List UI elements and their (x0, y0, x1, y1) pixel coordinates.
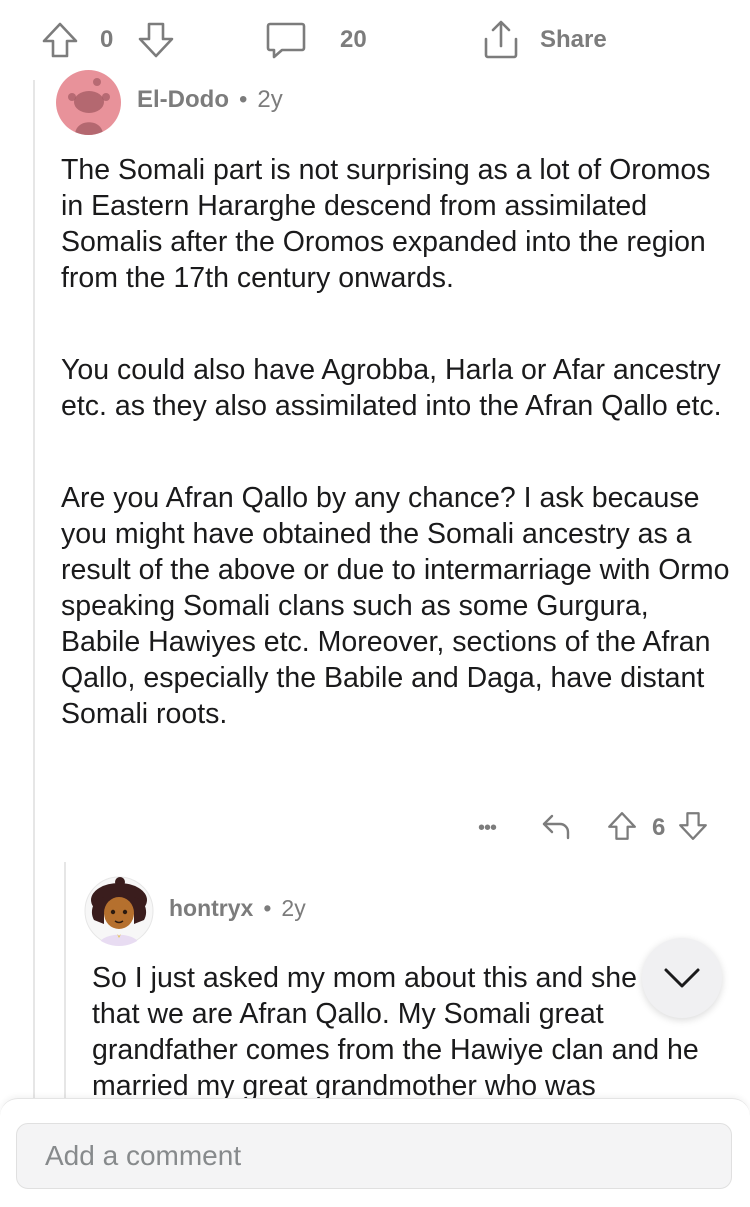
thread-line[interactable] (33, 80, 35, 1110)
comment-author[interactable]: El-Dodo (137, 86, 229, 114)
comment-bubble-icon (266, 22, 306, 59)
comment-paragraph: You could also have Agrobba, Harla or Af… (61, 354, 722, 422)
post-downvote-button[interactable] (136, 18, 176, 62)
meta-separator: • (263, 895, 272, 921)
avatar[interactable] (56, 70, 121, 135)
comment-paragraph: Are you Afran Qallo by any chance? I ask… (61, 482, 730, 730)
reply-meta: hontryx • 2y (169, 895, 306, 922)
reply-author[interactable]: hontryx (169, 895, 253, 922)
meta-separator: • (238, 86, 248, 113)
post-upvote-button[interactable] (40, 18, 80, 62)
share-icon (484, 20, 518, 59)
reply-paragraph: So I just asked my mom about this and sh… (92, 962, 699, 1098)
comments-button[interactable] (264, 18, 308, 62)
downvote-icon (679, 811, 708, 840)
add-comment-input[interactable] (43, 1139, 731, 1173)
upvote-icon (608, 811, 636, 840)
reply-arrow-icon (542, 814, 570, 839)
reply-age: 2y (281, 895, 306, 921)
avatar[interactable] (84, 876, 154, 946)
comment-count: 20 (340, 26, 367, 53)
more-options-button[interactable]: ••• (478, 817, 508, 840)
comment-vote-count: 6 (652, 814, 666, 841)
comment-paragraph: The Somali part is not surprising as a l… (61, 154, 711, 294)
comment-downvote-button[interactable] (677, 810, 709, 847)
next-comment-button[interactable] (642, 938, 722, 1018)
post-action-bar: 0 20 Share (0, 0, 750, 80)
character-avatar-icon (84, 876, 154, 946)
reply-button[interactable] (540, 810, 572, 847)
share-label: Share (540, 26, 607, 53)
downvote-icon (138, 22, 174, 58)
comment-age: 2y (257, 86, 283, 113)
chevron-down-icon (664, 968, 700, 988)
reply-thread-line[interactable] (64, 862, 66, 1112)
comment-upvote-button[interactable] (606, 810, 638, 847)
post-vote-count: 0 (100, 26, 114, 53)
snoo-avatar-icon (68, 78, 110, 135)
reply-body: So I just asked my mom about this and sh… (92, 960, 714, 1098)
comment-composer[interactable] (16, 1123, 732, 1189)
share-button[interactable]: Share (480, 18, 607, 62)
comment-body: The Somali part is not surprising as a l… (61, 152, 731, 732)
comment-actions: ••• 6 (478, 808, 709, 848)
comment-composer-bar (0, 1098, 750, 1207)
comment-meta: El-Dodo • 2y (137, 86, 283, 114)
upvote-icon (42, 22, 78, 58)
